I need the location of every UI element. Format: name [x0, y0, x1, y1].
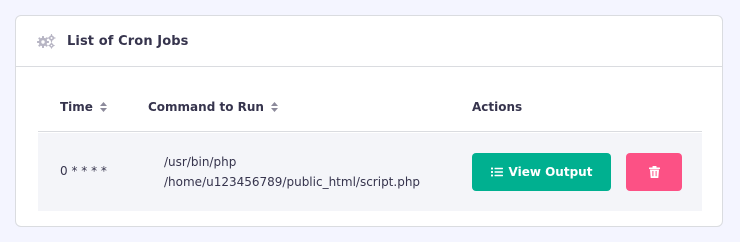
cron-jobs-card: List of Cron Jobs Time Command to Run Ac… — [15, 15, 723, 227]
column-header-label: Actions — [472, 100, 523, 114]
trash-icon — [648, 166, 660, 178]
sort-icon[interactable] — [270, 102, 278, 112]
delete-button[interactable] — [626, 153, 682, 191]
cron-command: /usr/bin/php /home/u123456789/public_htm… — [164, 152, 454, 192]
table-header: Time Command to Run Actions — [38, 82, 702, 132]
cron-time: 0 * * * * — [60, 164, 107, 178]
column-header-label: Command to Run — [148, 100, 264, 114]
gears-icon — [36, 33, 56, 49]
card-header: List of Cron Jobs — [16, 16, 722, 67]
view-output-label: View Output — [508, 165, 593, 179]
list-icon — [490, 167, 503, 177]
column-header-command[interactable]: Command to Run — [148, 82, 278, 132]
table-row: 0 * * * * /usr/bin/php /home/u123456789/… — [38, 133, 702, 211]
column-header-time[interactable]: Time — [60, 82, 107, 132]
card-title: List of Cron Jobs — [67, 33, 189, 49]
column-header-actions: Actions — [472, 82, 522, 132]
view-output-button[interactable]: View Output — [472, 153, 611, 191]
command-line: /home/u123456789/public_html/script.php — [164, 175, 421, 189]
column-header-label: Time — [60, 100, 93, 114]
sort-icon[interactable] — [99, 102, 107, 112]
command-line: /usr/bin/php — [164, 155, 237, 169]
